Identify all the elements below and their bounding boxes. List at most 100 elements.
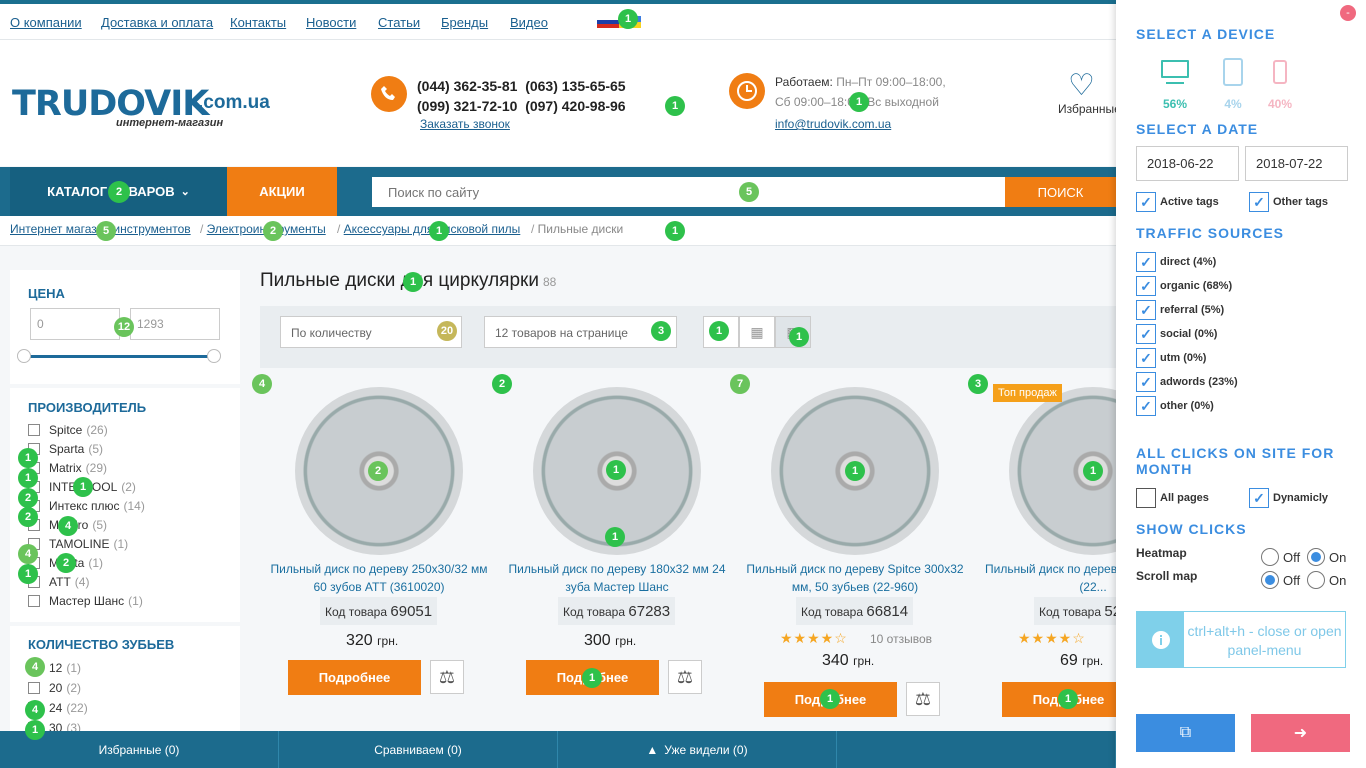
date-to-input[interactable] [1245,146,1348,181]
rating-stars-icon: ★★★★☆ [780,630,848,646]
brand-name: Spitce [49,423,83,437]
product-card: Пильный диск по дереву ... зуба Spitce (… [974,372,1116,722]
russian-flag-icon[interactable] [597,16,619,28]
product-code: Код товара 52... [1034,597,1116,625]
nav-link-brands[interactable]: Бренды [441,15,488,30]
device-mobile[interactable]: 40% [1255,58,1305,111]
panel-close-button[interactable]: - [1340,5,1356,21]
email-link[interactable]: info@trudovik.com.ua [775,117,891,131]
checkbox[interactable] [28,595,40,607]
compare-scales-icon[interactable]: ⚖ [906,682,940,716]
compare-scales-icon[interactable]: ⚖ [430,660,464,694]
traffic-source-checkbox[interactable]: ✓ adwords (23%) [1136,372,1238,392]
nav-link-news[interactable]: Новости [306,15,356,30]
external-link-icon: ⧉ [1179,724,1192,741]
teeth-filter-option[interactable]: 20 (2) [28,681,81,695]
reviews-count[interactable]: 10 отзывов [870,632,932,646]
brand-filter-option[interactable]: TAMOLINE (1) [28,537,128,551]
details-button[interactable]: Подробнее [288,660,421,695]
phone-4[interactable]: (097) 420-98-96 [525,98,625,114]
device-title: SELECT A DEVICE [1136,26,1276,42]
sort-select[interactable]: По количеству [280,316,462,348]
click-count-badge: 12 [114,317,134,337]
scrollmap-off-radio[interactable] [1261,571,1279,589]
price-min-input[interactable] [30,308,120,340]
heatmap-panel: - SELECT A DEVICE 56% 4% 40% SELECT A DA… [1116,0,1366,768]
price-slider-max-handle[interactable] [207,349,221,363]
traffic-source-checkbox[interactable]: ✓ utm (0%) [1136,348,1206,368]
product-name-link[interactable]: Пильный диск по дереву ... зуба Spitce (… [982,560,1116,596]
click-count-badge: 1 [845,461,865,481]
product-code-value: 66814 [866,603,909,620]
phone-2[interactable]: (063) 135-65-65 [525,78,625,94]
other-tags-checkbox[interactable]: ✓ Other tags [1249,192,1328,212]
promo-button[interactable]: АКЦИИ [227,167,337,216]
scrollmap-on-radio[interactable] [1307,571,1325,589]
nav-link-delivery[interactable]: Доставка и оплата [101,15,213,30]
per-page-select[interactable]: 12 товаров на странице [484,316,677,348]
catalog-toolbar: По количеству 12 товаров на странице ☰ ▦… [260,306,1116,368]
show-clicks-title: SHOW CLICKS [1136,521,1247,537]
bottom-compare[interactable]: Сравниваем (0) [279,731,558,768]
logout-button[interactable]: ➜ [1251,714,1350,752]
click-count-badge: 2 [108,181,130,203]
click-count-badge: 5 [96,221,116,241]
price-currency: грн. [377,634,399,648]
active-tags-checkbox[interactable]: ✓ Active tags [1136,192,1219,212]
checkbox[interactable] [28,682,40,694]
traffic-source-checkbox[interactable]: ✓ organic (68%) [1136,276,1232,296]
brand-filter-option[interactable]: Мастер Шанс (1) [28,594,143,608]
product-price: 320 грн. [346,632,398,650]
brand-filter-option[interactable]: Интекс плюс (14) [28,499,145,513]
callback-link[interactable]: Заказать звонок [420,117,510,131]
date-from-input[interactable] [1136,146,1239,181]
page-title-text: Пильные диски для циркулярки [260,270,539,291]
bottom-viewed[interactable]: ▲ Уже видели (0) [558,731,837,768]
tablet-pct: 4% [1224,97,1242,111]
traffic-source-checkbox[interactable]: ✓ direct (4%) [1136,252,1216,272]
device-tablet[interactable]: 4% [1208,58,1258,111]
checkmark-icon: ✓ [1136,324,1156,344]
view-grid-button[interactable]: ▦ [739,316,775,348]
product-card: Пильный диск по дереву Spitce 300х32 мм,… [736,372,974,722]
dynamicly-checkbox[interactable]: ✓ Dynamicly [1249,488,1328,508]
product-card: Пильный диск по дереву 180х32 мм 24 зуба… [498,372,736,722]
product-price: 340 грн. [822,652,874,670]
traffic-source-checkbox[interactable]: ✓ referral (5%) [1136,300,1224,320]
nav-link-about[interactable]: О компании [10,15,82,30]
compare-scales-icon[interactable]: ⚖ [668,660,702,694]
product-name-link[interactable]: Пильный диск по дереву Spitce 300х32 мм,… [744,560,966,596]
logo-subtitle: интернет-магазин [116,117,224,129]
heatmap-on-radio[interactable] [1307,548,1325,566]
nav-link-contacts[interactable]: Контакты [230,15,286,30]
checkbox[interactable] [28,424,40,436]
product-count: 88 [542,275,557,289]
brand-filter-option[interactable]: Matrix (29) [28,461,107,475]
click-count-badge: 1 [849,92,869,112]
price-value: 320 [346,632,373,649]
price-currency: грн. [1082,654,1104,668]
phone-3[interactable]: (099) 321-72-10 [417,98,517,114]
product-price: 69 грн. [1060,652,1103,670]
favorites-header-button[interactable]: ♡ Избранные [1058,70,1116,117]
brand-filter-option[interactable]: Sparta (5) [28,442,103,456]
traffic-source-checkbox[interactable]: ✓ social (0%) [1136,324,1217,344]
brand-filter-option[interactable]: Spitce (26) [28,423,108,437]
open-external-button[interactable]: ⧉ [1136,714,1235,752]
brand-count: (5) [92,518,108,532]
search-button[interactable]: ПОИСК [1005,177,1116,207]
price-max-input[interactable] [130,308,220,340]
all-pages-checkbox[interactable]: All pages [1136,488,1209,508]
price-slider-min-handle[interactable] [17,349,31,363]
nav-link-articles[interactable]: Статьи [378,15,420,30]
phone-1[interactable]: (044) 362-35-81 [417,78,517,94]
nav-link-video[interactable]: Видео [510,15,548,30]
search-input[interactable] [372,177,1005,207]
product-name-link[interactable]: Пильный диск по дереву 180х32 мм 24 зуба… [506,560,728,596]
device-desktop[interactable]: 56% [1150,58,1200,111]
product-name-link[interactable]: Пильный диск по дереву 250х30/32 мм 60 з… [268,560,490,596]
product-code-value: 67283 [628,603,671,620]
click-count-badge: 4 [18,544,38,564]
traffic-source-checkbox[interactable]: ✓ other (0%) [1136,396,1214,416]
heatmap-off-radio[interactable] [1261,548,1279,566]
